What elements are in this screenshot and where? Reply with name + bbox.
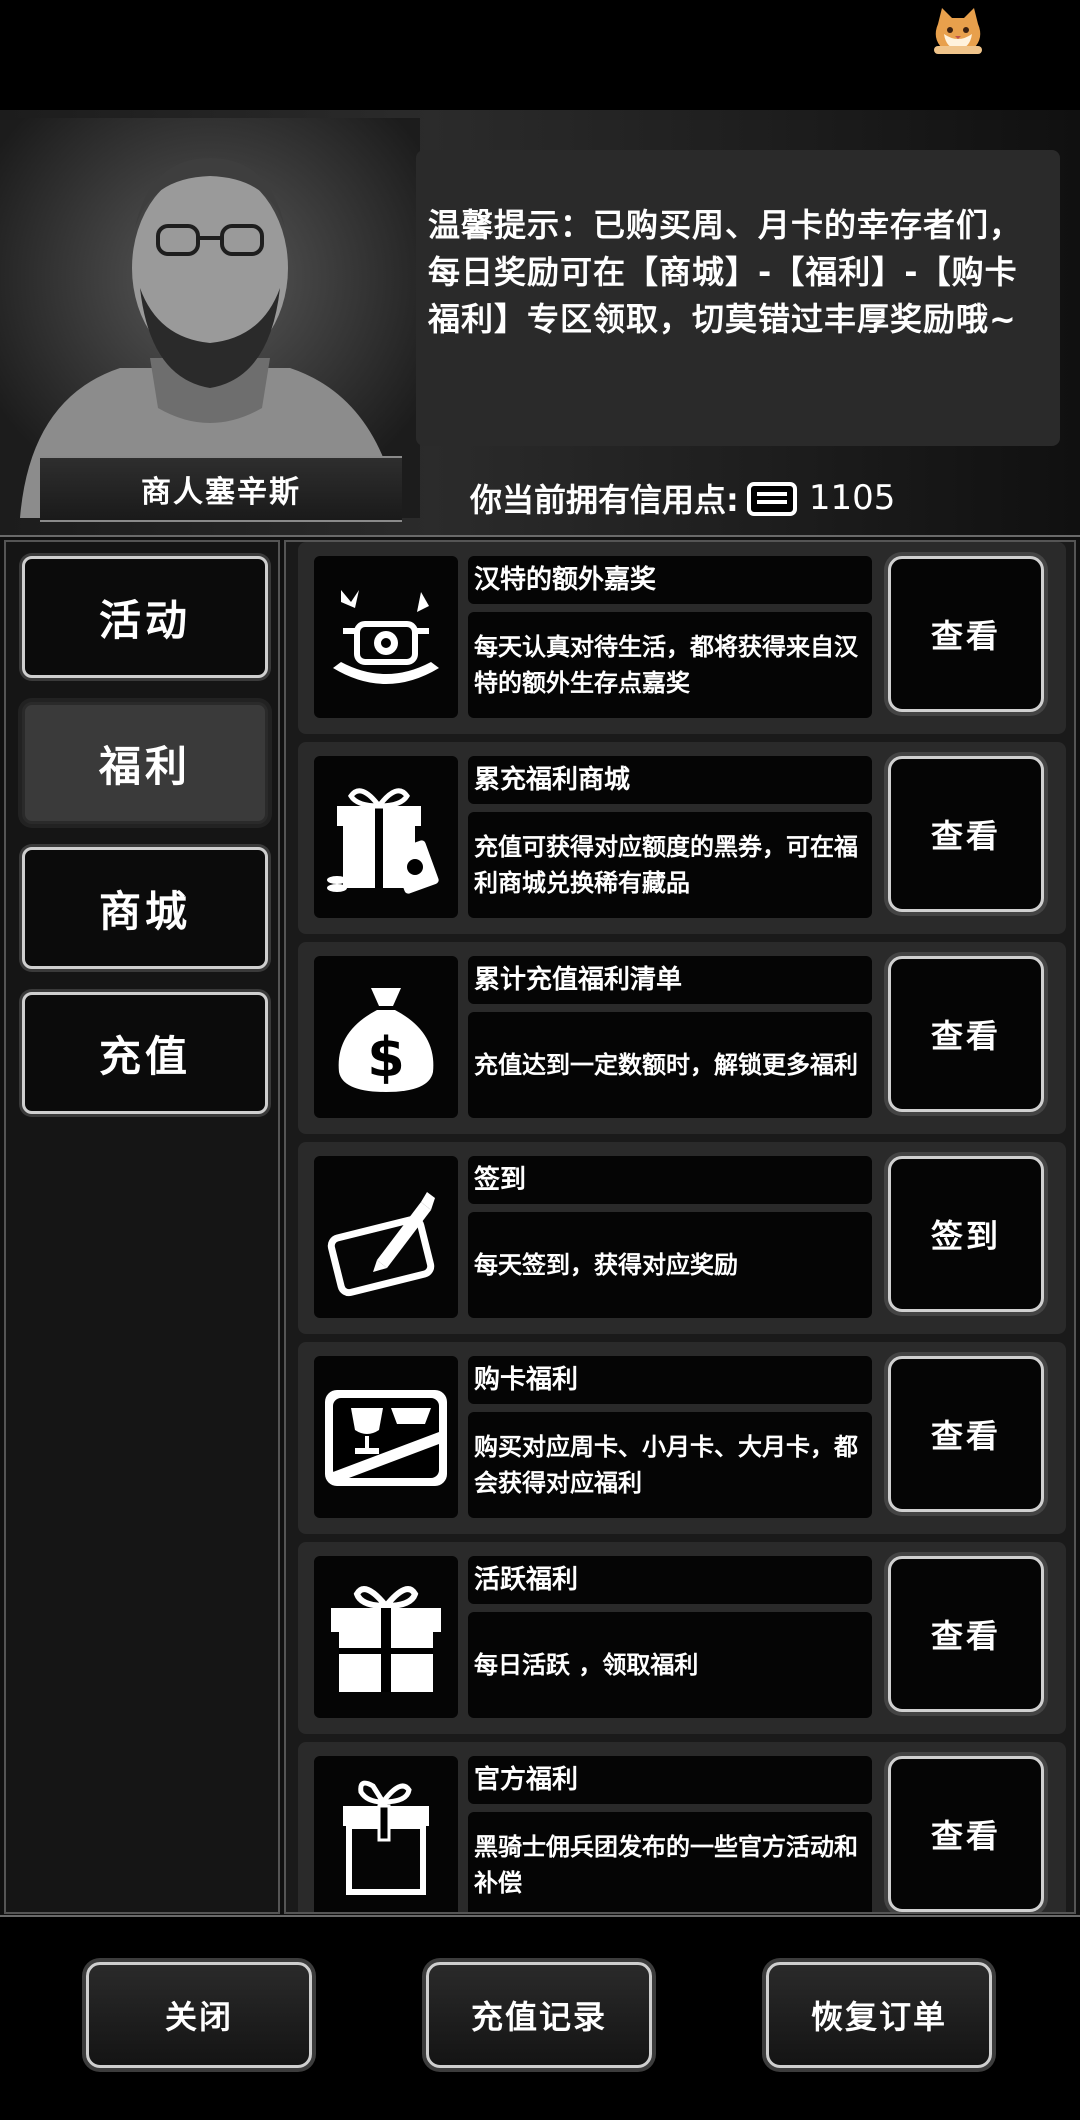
list-item: 官方福利 黑骑士佣兵团发布的一些官方活动和补偿 查看 (298, 1742, 1066, 1912)
close-button[interactable]: 关闭 (86, 1962, 312, 2068)
item-description: 黑骑士佣兵团发布的一些官方活动和补偿 (468, 1812, 872, 1912)
credit-card-icon (746, 482, 797, 516)
item-title: 累计充值福利清单 (468, 956, 872, 1004)
item-description-text: 充值可获得对应额度的黑券，可在福利商城兑换稀有藏品 (474, 833, 858, 897)
gift-coupon-icon (314, 756, 458, 918)
view-button[interactable]: 查看 (888, 1756, 1044, 1912)
view-button[interactable]: 查看 (888, 956, 1044, 1112)
credit-balance: 你当前拥有信用点: 1105 (470, 472, 895, 524)
item-title: 官方福利 (468, 1756, 872, 1804)
sidebar-item-label: 商城 (98, 886, 191, 936)
item-title: 签到 (468, 1156, 872, 1204)
view-button[interactable]: 查看 (888, 556, 1044, 712)
category-sidebar: 活动 福利 商城 充值 (4, 540, 280, 1914)
item-description: 充值可获得对应额度的黑券，可在福利商城兑换稀有藏品 (468, 812, 872, 918)
item-title: 活跃福利 (468, 1556, 872, 1604)
trophy-card-icon (314, 1356, 458, 1518)
item-title: 累充福利商城 (468, 756, 872, 804)
open-box-icon (314, 1756, 458, 1912)
sidebar-item-label: 福利 (98, 741, 191, 791)
item-description-text: 每天认真对待生活，都将获得来自汉特的额外生存点嘉奖 (474, 633, 858, 697)
sidebar-item-label: 活动 (98, 595, 191, 645)
item-description-text: 每日活跃 ，领取福利 (474, 1651, 699, 1679)
credit-label: 你当前拥有信用点: (470, 481, 739, 519)
restore-order-button[interactable]: 恢复订单 (766, 1962, 992, 2068)
cat-avatar-icon[interactable] (928, 4, 988, 56)
list-item: 汉特的额外嘉奖 每天认真对待生活，都将获得来自汉特的额外生存点嘉奖 查看 (298, 542, 1066, 734)
money-bag-icon: $ (314, 956, 458, 1118)
view-button[interactable]: 查看 (888, 1356, 1044, 1512)
sign-in-button[interactable]: 签到 (888, 1156, 1044, 1312)
list-item: 活跃福利 每日活跃 ，领取福利 查看 (298, 1542, 1066, 1734)
sidebar-item-welfare[interactable]: 福利 (22, 702, 268, 824)
item-description: 每日活跃 ，领取福利 (468, 1612, 872, 1718)
item-description: 购买对应周卡、小月卡、大月卡，都会获得对应福利 (468, 1412, 872, 1518)
list-item: 签到 每天签到，获得对应奖励 签到 (298, 1142, 1066, 1334)
svg-text:$: $ (367, 1026, 405, 1089)
item-title: 汉特的额外嘉奖 (468, 556, 872, 604)
list-item: 累充福利商城 充值可获得对应额度的黑券，可在福利商城兑换稀有藏品 查看 (298, 742, 1066, 934)
tablet-pen-icon (314, 1156, 458, 1318)
sidebar-item-activity[interactable]: 活动 (22, 556, 268, 678)
item-description-text: 每天签到，获得对应奖励 (474, 1251, 738, 1279)
item-title: 购卡福利 (468, 1356, 872, 1404)
welfare-list[interactable]: 汉特的额外嘉奖 每天认真对待生活，都将获得来自汉特的额外生存点嘉奖 查看 累充福… (284, 540, 1076, 1914)
item-description: 每天认真对待生活，都将获得来自汉特的额外生存点嘉奖 (468, 612, 872, 718)
list-item: 购卡福利 购买对应周卡、小月卡、大月卡，都会获得对应福利 查看 (298, 1342, 1066, 1534)
tip-message: 温馨提示：已购买周、月卡的幸存者们，每日奖励可在【商城】-【福利】-【购卡福利】… (416, 150, 1060, 446)
sidebar-item-shop[interactable]: 商城 (22, 847, 268, 969)
recharge-record-button[interactable]: 充值记录 (426, 1962, 652, 2068)
credit-value: 1105 (808, 478, 896, 518)
merchant-name-plate: 商人塞辛斯 (40, 456, 402, 522)
item-description-text: 黑骑士佣兵团发布的一些官方活动和补偿 (474, 1833, 858, 1897)
item-description: 充值达到一定数额时，解锁更多福利 (468, 1012, 872, 1118)
view-button[interactable]: 查看 (888, 1556, 1044, 1712)
reward-drone-icon (314, 556, 458, 718)
item-description-text: 充值达到一定数额时，解锁更多福利 (474, 1051, 858, 1079)
sidebar-item-recharge[interactable]: 充值 (22, 992, 268, 1114)
item-description: 每天签到，获得对应奖励 (468, 1212, 872, 1318)
gift-box-icon (314, 1556, 458, 1718)
view-button[interactable]: 查看 (888, 756, 1044, 912)
list-item: $ 累计充值福利清单 充值达到一定数额时，解锁更多福利 查看 (298, 942, 1066, 1134)
item-description-text: 购买对应周卡、小月卡、大月卡，都会获得对应福利 (474, 1433, 858, 1497)
sidebar-item-label: 充值 (98, 1031, 191, 1081)
